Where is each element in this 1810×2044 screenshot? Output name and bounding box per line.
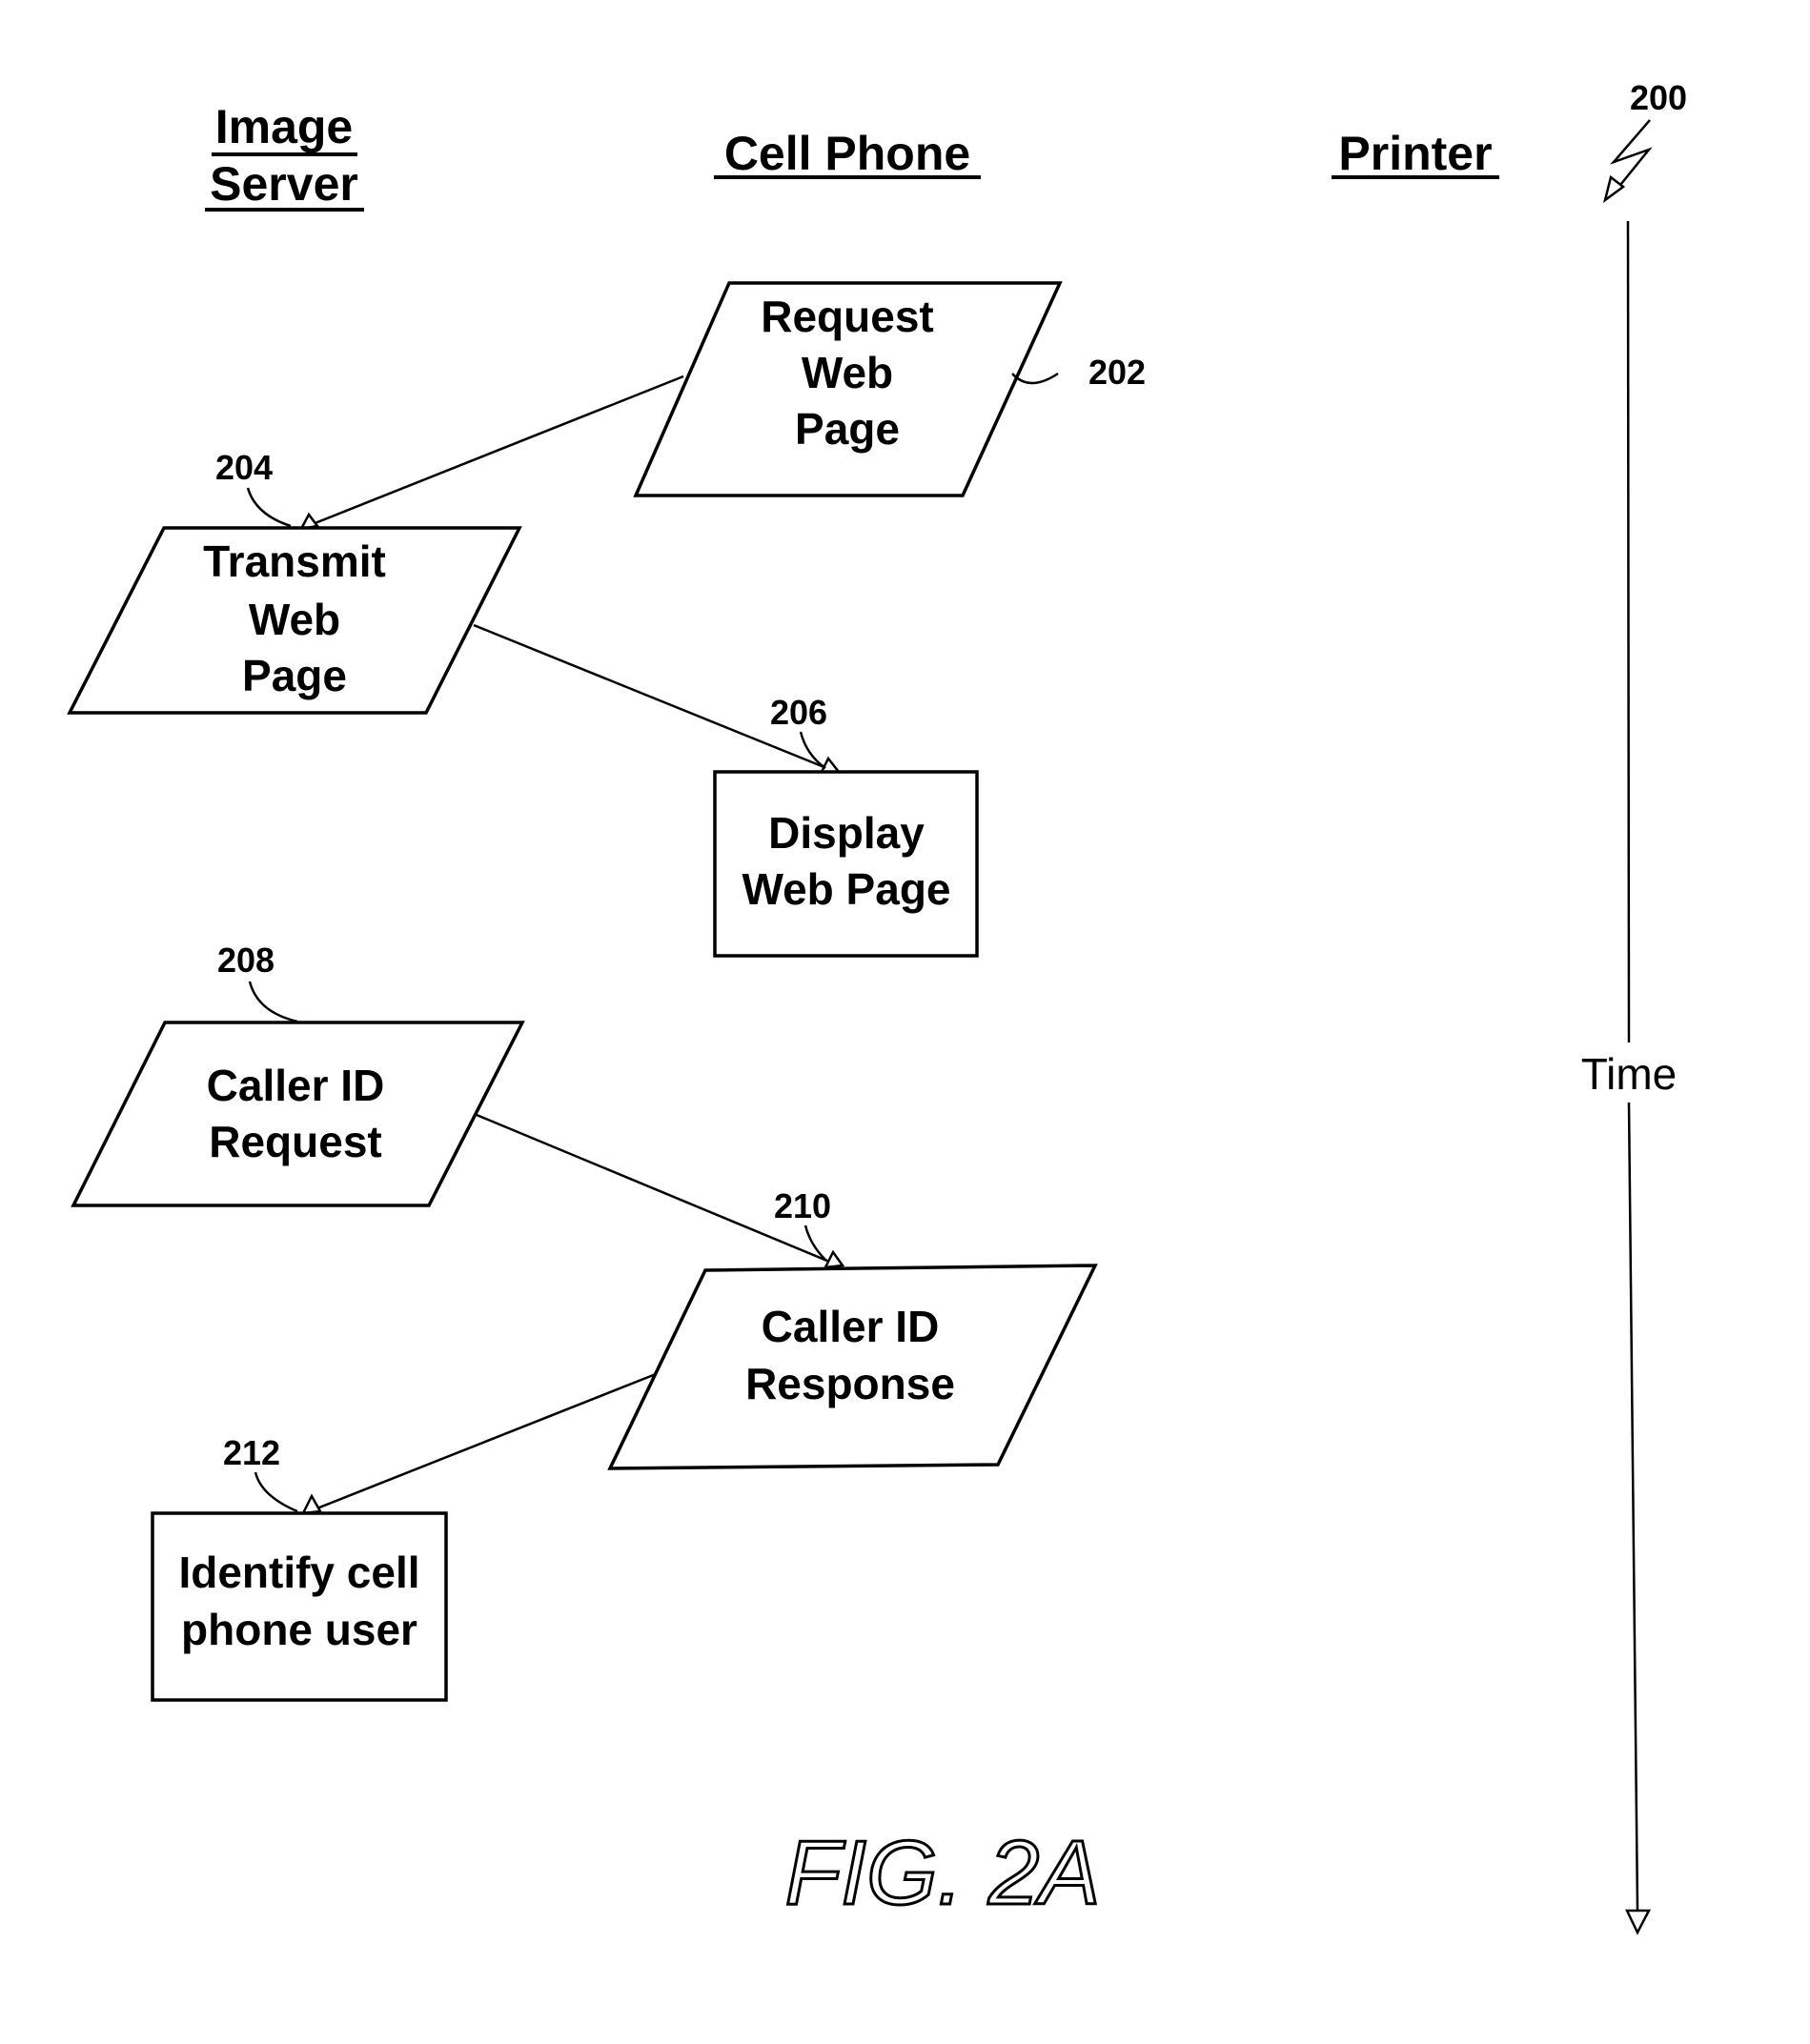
lane-header-image-server: Image Server [205, 100, 364, 212]
step-text-line: Page [795, 404, 900, 454]
time-axis-line-lower [1627, 1102, 1639, 1912]
step-text-line: phone user [181, 1605, 417, 1654]
lane-header-cell-phone: Cell Phone [714, 127, 981, 180]
step-text-line: Request [209, 1117, 381, 1166]
time-axis-arrow-icon [1625, 1909, 1652, 1935]
arrowhead-icon [300, 1493, 323, 1515]
figure-reference: 200 [1602, 78, 1687, 204]
parallelogram-shape [71, 1021, 525, 1207]
step-text-line: Caller ID [762, 1302, 940, 1351]
step-ref-number: 208 [217, 941, 275, 980]
lane-header-line: Server [210, 157, 358, 211]
time-axis: Time [1581, 220, 1678, 1935]
arrowhead-icon [823, 1249, 845, 1269]
lane-header-printer: Printer [1332, 127, 1499, 180]
lane-header-line: Printer [1338, 127, 1492, 180]
step-text-line: Transmit [203, 536, 386, 586]
step-text-line: Request [761, 292, 933, 341]
ref-leader [246, 487, 292, 528]
step-210[interactable]: Caller ID Response 210 [607, 1186, 1098, 1470]
figure-ref-number: 200 [1630, 78, 1687, 117]
lane-header-line: Image [215, 100, 354, 153]
connection-210-212 [314, 1372, 657, 1511]
step-206[interactable]: Display Web Page 206 [713, 693, 979, 958]
step-204[interactable]: Transmit Web Page 204 [67, 448, 522, 715]
step-ref-number: 212 [223, 1433, 280, 1472]
step-text-line: Caller ID [207, 1061, 385, 1110]
step-212[interactable]: Identify cell phone user 212 [151, 1433, 448, 1702]
step-ref-number: 202 [1088, 353, 1146, 392]
time-axis-line-upper [1626, 220, 1631, 1043]
arrowhead-icon [819, 756, 842, 774]
step-ref-number: 206 [770, 693, 827, 732]
step-text-line: Web [802, 348, 893, 397]
ref-leader [254, 1471, 298, 1513]
step-ref-number: 204 [215, 448, 273, 487]
sequence-diagram: Image Server Cell Phone Printer 200 Time [67, 78, 1687, 1935]
step-202[interactable]: Request Web Page 202 [633, 281, 1146, 497]
figure-caption: FIG. 2A [785, 1822, 1101, 1924]
step-text-line: Display [768, 808, 925, 858]
step-208[interactable]: Caller ID Request 208 [71, 941, 525, 1207]
lane-header-line: Cell Phone [724, 127, 970, 180]
connection-202-204 [307, 374, 684, 528]
step-text-line: Identify cell [178, 1548, 419, 1597]
step-text-line: Web [249, 595, 340, 644]
step-text-line: Web Page [742, 864, 951, 914]
step-text-line: Response [745, 1359, 955, 1408]
step-ref-number: 210 [774, 1186, 831, 1225]
lightning-arrowhead-icon [1602, 174, 1626, 204]
time-axis-label: Time [1581, 1049, 1678, 1099]
ref-leader [248, 981, 298, 1023]
step-text-line: Page [242, 651, 347, 700]
